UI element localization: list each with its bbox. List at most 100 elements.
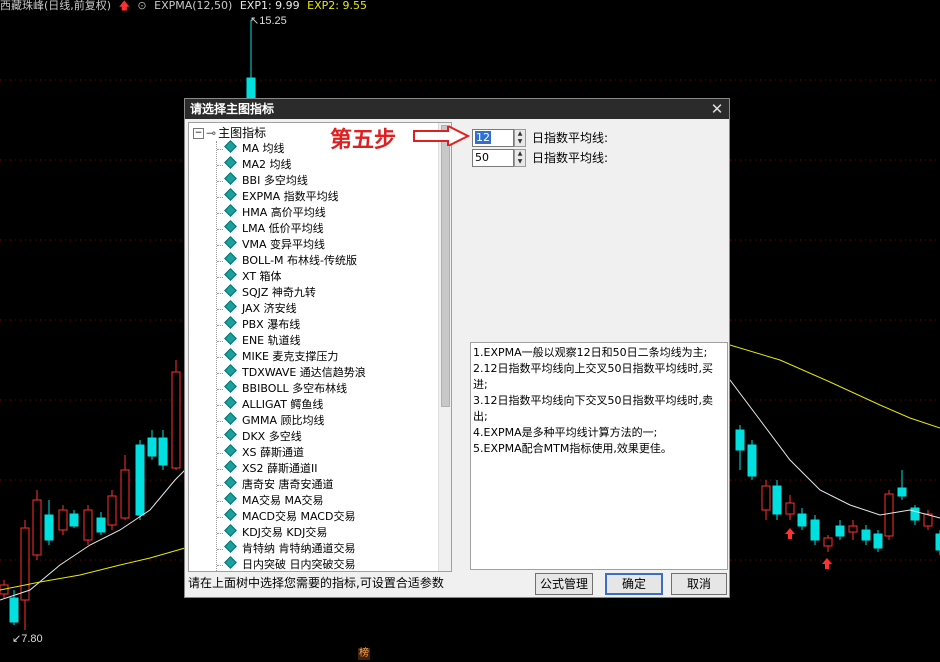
candle-body: [147, 437, 157, 457]
indicator-name[interactable]: EXPMA(12,50): [154, 0, 232, 12]
chart-header: 西藏珠峰(日线,前复权) 🡅 ⊙ EXPMA(12,50) EXP1: 9.99…: [0, 0, 371, 12]
param-input-1[interactable]: 12: [472, 129, 514, 147]
tree-item[interactable]: DKX 多空线: [217, 428, 366, 445]
tree-item-label: XS2 薛斯通道II: [242, 462, 318, 475]
tree-item[interactable]: MA2 均线: [217, 156, 366, 173]
arrow-right-icon: [413, 126, 470, 146]
candle-body: [910, 507, 920, 521]
candle-body: [747, 444, 757, 477]
candle-body: [246, 77, 256, 101]
tree-item[interactable]: HMA 高价平均线: [217, 204, 366, 221]
tree-item[interactable]: XS2 薛斯通道II: [217, 460, 366, 477]
tree-item-label: MACD交易 MACD交易: [242, 510, 356, 523]
tree-item-label: MA2 均线: [242, 158, 292, 171]
collapse-icon[interactable]: −: [193, 128, 204, 139]
tree-item[interactable]: JAX 济安线: [217, 300, 366, 317]
indicator-dialog: 请选择主图指标 ✕ − ⊸ 主图指标 MA 均线 MA2 均线 BBI 多空均线 EXPM…: [184, 98, 730, 598]
tree-item[interactable]: MIKE 麦克支撑压力: [217, 348, 366, 365]
indicator-icon: [224, 524, 237, 537]
candle-body: [797, 513, 807, 527]
tree-item[interactable]: MACD交易 MACD交易: [217, 508, 366, 525]
candle-body: [20, 527, 30, 601]
spin-button-1[interactable]: ▲ ▼: [514, 129, 526, 147]
tree-item[interactable]: XS 薛斯通道: [217, 444, 366, 461]
indicator-icon: [224, 396, 237, 409]
tree-item[interactable]: EXPMA 指数平均线: [217, 188, 366, 205]
indicator-icon: [224, 364, 237, 377]
tree-item[interactable]: GMMA 顾比均线: [217, 412, 366, 429]
settings-icon[interactable]: ⊙: [137, 0, 146, 12]
spin-down-icon[interactable]: ▼: [515, 138, 525, 146]
tree-item[interactable]: VMA 变异平均线: [217, 236, 366, 253]
desc-line: 3.12日指数平均线向下交叉50日指数平均线时,卖出;: [473, 394, 713, 423]
tree-item[interactable]: XT 箱体: [217, 268, 366, 285]
dialog-title: 请选择主图指标: [185, 99, 729, 119]
spin-up-icon[interactable]: ▲: [515, 150, 525, 158]
tree-item-label: ENE 轨道线: [242, 334, 301, 347]
tree-item[interactable]: BOLL-M 布林线-传统版: [217, 252, 366, 269]
tree-item[interactable]: ALLIGAT 鳄鱼线: [217, 396, 366, 413]
tree-item[interactable]: 日内突破 日内突破交易: [217, 556, 366, 571]
formula-manager-button[interactable]: 公式管理: [535, 573, 593, 595]
tree-item-label: 日内突破 日内突破交易: [242, 558, 356, 571]
indicator-icon: [224, 476, 237, 489]
candle-body: [83, 509, 93, 541]
indicator-icon: [224, 284, 237, 297]
tree-item-label: 唐奇安 唐奇安通道: [242, 478, 334, 491]
indicator-icon: [224, 316, 237, 329]
param-input-2[interactable]: 50: [472, 149, 514, 167]
low-price-label: ↙7.80: [12, 633, 43, 645]
indicator-icon: [224, 172, 237, 185]
ok-button[interactable]: 确定: [605, 573, 663, 595]
tree-item[interactable]: MA交易 MA交易: [217, 492, 366, 509]
tree-item[interactable]: BBIBOLL 多空布林线: [217, 380, 366, 397]
spin-button-2[interactable]: ▲ ▼: [514, 149, 526, 167]
tree-item[interactable]: PBX 瀑布线: [217, 316, 366, 333]
cancel-button[interactable]: 取消: [671, 573, 727, 595]
candle-body: [761, 485, 771, 511]
candle-body: [772, 485, 782, 515]
tree-item[interactable]: TDXWAVE 通达信趋势浪: [217, 364, 366, 381]
tree-item[interactable]: LMA 低价平均线: [217, 220, 366, 237]
candle-body: [107, 495, 117, 526]
spin-down-icon[interactable]: ▼: [515, 158, 525, 166]
indicator-icon: [224, 412, 237, 425]
tree-item-label: VMA 变异平均线: [242, 238, 326, 251]
tree-item-label: BBI 多空均线: [242, 174, 308, 187]
buy-signal-icon: [785, 528, 795, 539]
key-icon: ⊸: [206, 126, 217, 140]
indicator-tree[interactable]: − ⊸ 主图指标 MA 均线 MA2 均线 BBI 多空均线 EXPMA 指数平均线 HMA…: [188, 122, 452, 572]
tree-item-label: TDXWAVE 通达信趋势浪: [242, 366, 366, 379]
desc-line: 1.EXPMA一般以观察12日和50日二条均线为主;: [473, 346, 708, 359]
tree-item-label: EXPMA 指数平均线: [242, 190, 339, 203]
scrollbar-thumb[interactable]: [441, 125, 450, 407]
tree-item-label: MA交易 MA交易: [242, 494, 324, 507]
candle-body: [848, 525, 858, 533]
indicator-icon: [224, 252, 237, 265]
indicator-icon: [224, 444, 237, 457]
tree-item[interactable]: KDJ交易 KDJ交易: [217, 524, 366, 541]
tree-item-label: ALLIGAT 鳄鱼线: [242, 398, 324, 411]
indicator-icon: [224, 140, 237, 153]
param-label-2: 日指数平均线:: [532, 151, 609, 165]
tree-root[interactable]: − ⊸ 主图指标: [193, 125, 266, 141]
tree-item[interactable]: BBI 多空均线: [217, 172, 366, 189]
tree-item-label: HMA 高价平均线: [242, 206, 326, 219]
tree-scrollbar[interactable]: [438, 123, 451, 571]
rank-tag[interactable]: 榜: [358, 648, 370, 660]
indicator-icon: [224, 380, 237, 393]
tree-item-label: JAX 济安线: [242, 302, 297, 315]
close-icon[interactable]: ✕: [709, 101, 725, 117]
param-label-1: 日指数平均线:: [532, 131, 609, 145]
tree-item[interactable]: ENE 轨道线: [217, 332, 366, 349]
spin-up-icon[interactable]: ▲: [515, 130, 525, 138]
tree-item[interactable]: 唐奇安 唐奇安通道: [217, 476, 366, 493]
tree-item[interactable]: SQJZ 神奇九转: [217, 284, 366, 301]
candle-body: [120, 469, 130, 519]
tree-item-label: MIKE 麦克支撑压力: [242, 350, 339, 363]
tree-item[interactable]: 肯特纳 肯特纳通道交易: [217, 540, 366, 557]
candle-body: [873, 533, 883, 549]
candle-body: [171, 371, 181, 469]
candle-body: [823, 537, 833, 547]
tree-item-label: MA 均线: [242, 142, 285, 155]
